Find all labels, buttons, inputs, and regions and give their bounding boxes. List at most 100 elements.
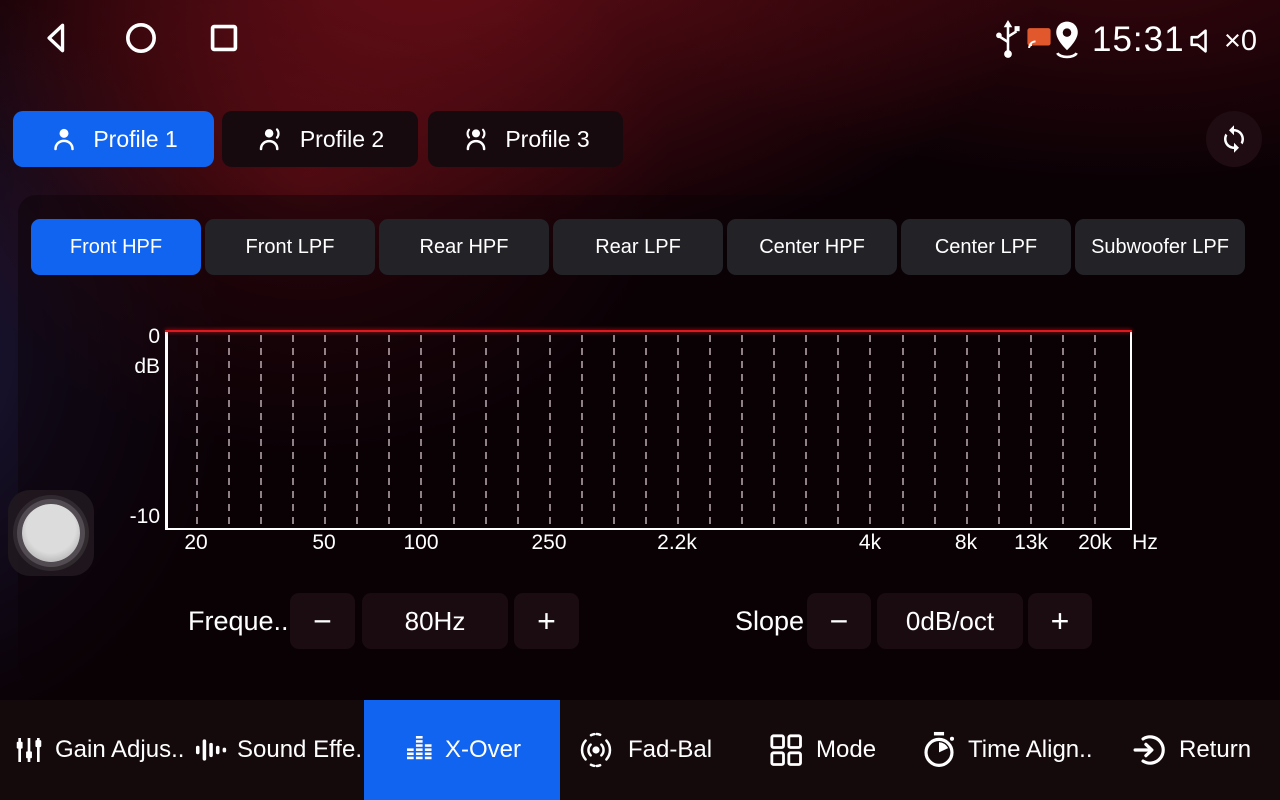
tab-subwoofer-lpf[interactable]: Subwoofer LPF bbox=[1075, 219, 1245, 275]
gridline bbox=[1094, 335, 1096, 526]
plus-icon: + bbox=[537, 603, 556, 640]
nav-label: Mode bbox=[816, 736, 876, 764]
x-tick: 13k bbox=[1014, 531, 1048, 555]
profile-1-tab[interactable]: Profile 1 bbox=[13, 111, 214, 167]
gridline bbox=[196, 335, 198, 526]
gridline bbox=[1030, 335, 1032, 526]
plus-icon: + bbox=[1051, 603, 1070, 640]
usb-icon bbox=[993, 20, 1023, 60]
tab-label: Center LPF bbox=[935, 236, 1037, 259]
nav-label: Time Align.. bbox=[968, 736, 1093, 764]
mode-grid-icon bbox=[766, 730, 806, 770]
profile-label: Profile 1 bbox=[93, 126, 177, 153]
nav-x-over[interactable]: X-Over bbox=[364, 700, 560, 800]
slope-minus-button[interactable]: − bbox=[807, 593, 871, 649]
tab-front-hpf[interactable]: Front HPF bbox=[31, 219, 201, 275]
x-tick: 100 bbox=[403, 531, 438, 555]
nav-time-align[interactable]: Time Align.. bbox=[920, 700, 1093, 800]
reset-button[interactable] bbox=[1206, 111, 1262, 167]
frequency-plus-button[interactable]: + bbox=[514, 593, 579, 649]
return-arrow-icon bbox=[1131, 731, 1169, 769]
user-icon bbox=[49, 124, 79, 154]
recents-button[interactable] bbox=[205, 19, 243, 57]
back-button[interactable] bbox=[38, 19, 76, 57]
tab-center-lpf[interactable]: Center LPF bbox=[901, 219, 1071, 275]
profile-label: Profile 3 bbox=[505, 126, 589, 153]
gridline bbox=[517, 335, 519, 526]
cast-status bbox=[1026, 27, 1052, 49]
tab-label: Front LPF bbox=[246, 236, 335, 259]
stopwatch-icon bbox=[920, 730, 958, 770]
frequency-minus-button[interactable]: − bbox=[290, 593, 355, 649]
gridline bbox=[998, 335, 1000, 526]
gridline bbox=[902, 335, 904, 526]
gridline bbox=[228, 335, 230, 526]
x-tick: 250 bbox=[531, 531, 566, 555]
response-curve bbox=[165, 330, 1132, 332]
mixer-sliders-icon bbox=[13, 734, 45, 766]
slope-value: 0dB/oct bbox=[877, 593, 1023, 649]
nav-fad-bal[interactable]: Fad-Bal bbox=[574, 700, 712, 800]
gridline bbox=[292, 335, 294, 526]
gridline bbox=[837, 335, 839, 526]
gridline bbox=[645, 335, 647, 526]
tab-center-hpf[interactable]: Center HPF bbox=[727, 219, 897, 275]
slope-plus-button[interactable]: + bbox=[1028, 593, 1092, 649]
gridline bbox=[934, 335, 936, 526]
profile-3-tab[interactable]: Profile 3 bbox=[428, 111, 623, 167]
tab-label: Front HPF bbox=[70, 236, 162, 259]
nav-label: Fad-Bal bbox=[628, 736, 712, 764]
minus-icon: − bbox=[313, 603, 332, 640]
back-icon bbox=[38, 19, 76, 57]
bottom-navigation: Gain Adjus.. Sound Effe.. X-Over bbox=[0, 700, 1280, 800]
nav-gain-adjust[interactable]: Gain Adjus.. bbox=[13, 700, 184, 800]
gridline bbox=[356, 335, 358, 526]
recents-icon bbox=[205, 19, 243, 57]
nav-mode[interactable]: Mode bbox=[766, 700, 876, 800]
tab-front-lpf[interactable]: Front LPF bbox=[205, 219, 375, 275]
y-axis-tick-top: 0 bbox=[100, 325, 160, 349]
volume-level: ×0 bbox=[1224, 25, 1257, 58]
gridline bbox=[613, 335, 615, 526]
nav-sound-effects[interactable]: Sound Effe.. bbox=[193, 700, 369, 800]
gridlines bbox=[168, 330, 1130, 528]
x-tick: 2.2k bbox=[657, 531, 697, 555]
usb-status bbox=[993, 20, 1023, 60]
home-button[interactable] bbox=[122, 19, 160, 57]
volume-knob[interactable] bbox=[8, 490, 94, 576]
frequency-response-plot bbox=[165, 330, 1132, 530]
user-voice-icon bbox=[256, 124, 286, 154]
x-tick: 4k bbox=[859, 531, 881, 555]
gridline bbox=[805, 335, 807, 526]
knob-icon bbox=[22, 504, 80, 562]
equalizer-icon bbox=[403, 734, 435, 766]
nav-label: Sound Effe.. bbox=[237, 736, 369, 764]
refresh-icon bbox=[1219, 124, 1249, 154]
gridline bbox=[420, 335, 422, 526]
gridline bbox=[453, 335, 455, 526]
slope-label: Slope bbox=[735, 593, 804, 649]
x-axis: 20 50 100 250 2.2k 4k 8k 13k 20k Hz bbox=[165, 531, 1175, 561]
profile-label: Profile 2 bbox=[300, 126, 384, 153]
gridline bbox=[966, 335, 968, 526]
nav-label: Return bbox=[1179, 736, 1251, 764]
nav-return[interactable]: Return bbox=[1131, 700, 1251, 800]
tab-rear-hpf[interactable]: Rear HPF bbox=[379, 219, 549, 275]
tab-label: Rear LPF bbox=[595, 236, 681, 259]
gridline bbox=[741, 335, 743, 526]
cast-icon bbox=[1026, 27, 1052, 49]
volume-indicator: ×0 bbox=[1186, 24, 1257, 58]
profile-2-tab[interactable]: Profile 2 bbox=[222, 111, 418, 167]
gridline bbox=[869, 335, 871, 526]
gridline bbox=[709, 335, 711, 526]
minus-icon: − bbox=[830, 603, 849, 640]
tab-rear-lpf[interactable]: Rear LPF bbox=[553, 219, 723, 275]
y-axis-tick-bottom: -10 bbox=[100, 505, 160, 529]
y-axis-unit: dB bbox=[100, 355, 160, 379]
gridline bbox=[677, 335, 679, 526]
volume-muted-icon bbox=[1186, 24, 1220, 58]
gridline bbox=[388, 335, 390, 526]
gridline bbox=[260, 335, 262, 526]
nav-label: Gain Adjus.. bbox=[55, 736, 184, 764]
gridline bbox=[581, 335, 583, 526]
